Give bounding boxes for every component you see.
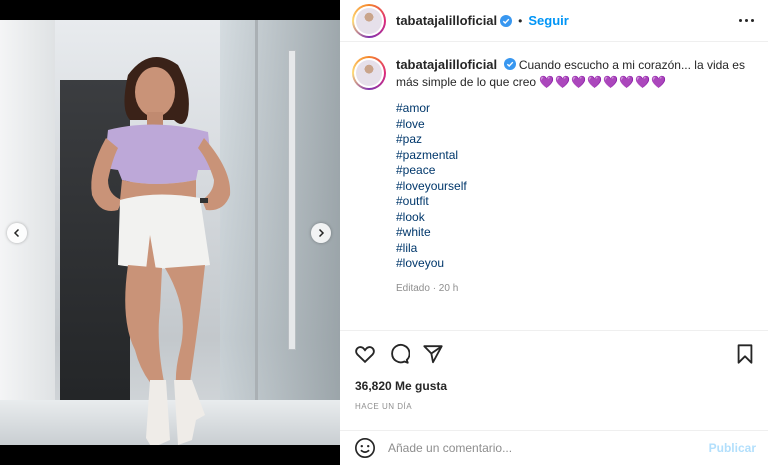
prev-photo-button[interactable] [7,223,27,243]
post-details-panel: tabatajalilloficial • Seguir tabatajalil… [340,0,768,465]
hashtag-link[interactable]: #lila [396,241,756,257]
separator-dot: • [518,13,523,28]
caption-text: tabatajalilloficial Cuando escucho a mi … [396,56,756,91]
post-media [0,0,340,465]
caption-hearts: 💜💜💜💜💜💜💜💜 [539,75,667,89]
heart-icon[interactable] [354,343,376,365]
emoji-icon[interactable] [354,437,376,459]
hashtag-link[interactable]: #love [396,117,756,133]
caption-row: tabatajalilloficial Cuando escucho a mi … [352,56,756,91]
more-options-icon[interactable] [739,19,754,22]
verified-badge-icon [500,14,513,27]
bookmark-icon[interactable] [734,343,756,365]
edited-timestamp: Editado · 20 h [396,282,459,294]
header-username[interactable]: tabatajalilloficial [396,13,497,28]
post-header: tabatajalilloficial • Seguir [340,0,768,42]
comment-input[interactable] [388,441,709,455]
publish-button[interactable]: Publicar [709,441,756,455]
hashtag-list: #amor #love #paz #pazmental #peace #love… [396,101,756,272]
likes-count[interactable]: 36,820 Me gusta [355,379,447,393]
caption-section: tabatajalilloficial Cuando escucho a mi … [352,56,756,326]
hashtag-link[interactable]: #amor [396,101,756,117]
post-timestamp: HACE UN DÍA [355,402,413,411]
caption-username[interactable]: tabatajalilloficial [396,57,497,72]
section-divider [340,330,768,331]
hashtag-link[interactable]: #outfit [396,194,756,210]
caption-avatar[interactable] [352,56,386,90]
verified-badge-icon [503,58,516,70]
hashtag-link[interactable]: #loveyou [396,256,756,272]
share-icon[interactable] [422,343,444,365]
action-bar [354,343,756,365]
hashtag-link[interactable]: #peace [396,163,756,179]
photo-subject [91,57,231,445]
chevron-left-icon [13,228,20,238]
hashtag-link[interactable]: #pazmental [396,148,756,164]
hashtag-link[interactable]: #paz [396,132,756,148]
comment-icon[interactable] [388,343,410,365]
hashtag-link[interactable]: #look [396,210,756,226]
post-photo [0,20,340,445]
next-photo-button[interactable] [311,223,331,243]
chevron-right-icon [318,228,325,238]
follow-button[interactable]: Seguir [528,13,568,28]
comment-bar: Publicar [340,430,768,465]
avatar[interactable] [352,3,386,38]
hashtag-link[interactable]: #loveyourself [396,179,756,195]
hashtag-link[interactable]: #white [396,225,756,241]
